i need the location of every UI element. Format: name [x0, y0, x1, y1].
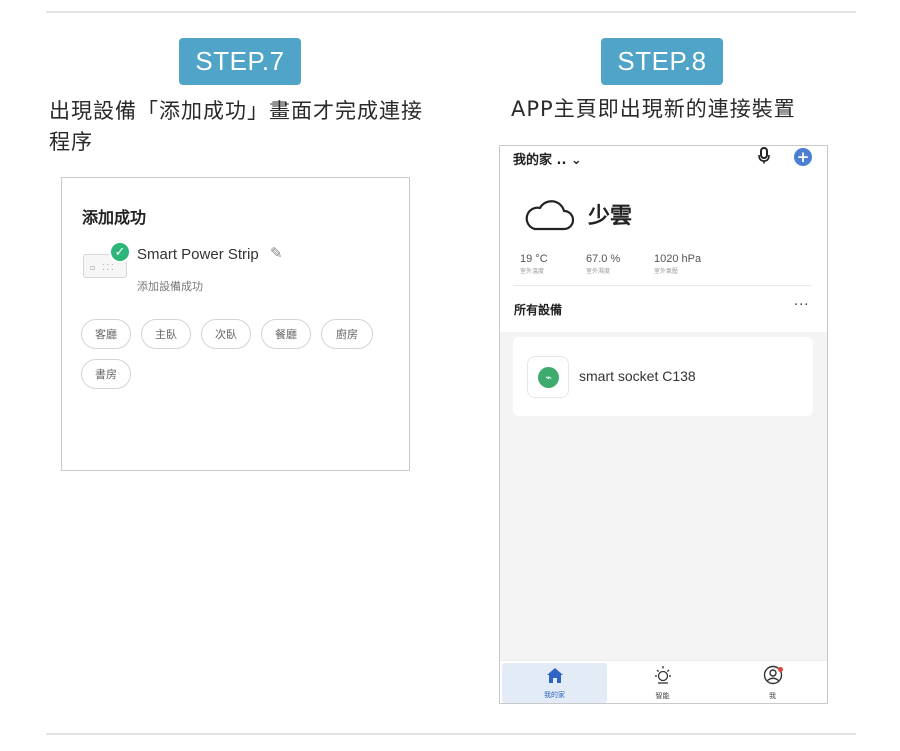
stat-value: 1020 hPa — [654, 253, 702, 265]
tab-smart[interactable]: 智能 — [610, 663, 715, 703]
step-8-screenshot: 我的家 .. ⌄ + 少雲 19 °C 室外溫度 67.0 % 室外濕度 102… — [499, 145, 828, 704]
weather-condition: 少雲 — [588, 204, 633, 229]
room-chip[interactable]: 廚房 — [321, 319, 373, 349]
home-icon — [546, 667, 564, 688]
more-icon[interactable]: ··· — [794, 298, 809, 313]
tab-me[interactable]: 我 — [720, 663, 825, 703]
stat-label: 室外氣壓 — [654, 268, 679, 275]
room-chip[interactable]: 餐廳 — [261, 319, 311, 349]
stat-value: 19 °C — [520, 253, 548, 265]
step-7-caption: 出現設備「添加成功」畫面才完成連接程序 — [49, 99, 423, 154]
outdoor-pressure: 1020 hPa 室外氣壓 — [654, 253, 701, 275]
home-header: 我的家 .. ⌄ + 少雲 19 °C 室外溫度 67.0 % 室外濕度 102… — [500, 146, 827, 332]
home-selector[interactable]: 我的家 .. ⌄ — [513, 149, 582, 168]
top-divider — [46, 11, 856, 13]
step-8-badge: STEP.8 — [601, 38, 723, 85]
microphone-icon[interactable] — [757, 147, 771, 168]
room-chip[interactable]: 次臥 — [201, 319, 251, 349]
room-chip[interactable]: 書房 — [81, 359, 131, 389]
check-icon: ✓ — [109, 241, 131, 263]
cloud-icon — [523, 198, 575, 236]
device-status-text: 添加設備成功 — [137, 280, 203, 293]
step-8-caption: APP主頁即出現新的連接裝置 — [511, 97, 796, 121]
edit-icon[interactable]: ✎ — [270, 244, 283, 262]
device-name: Smart Power Strip — [137, 246, 259, 263]
notification-dot — [778, 667, 783, 672]
add-success-title: 添加成功 — [82, 208, 147, 227]
outdoor-humidity: 67.0 % 室外濕度 — [586, 253, 620, 275]
smart-socket-icon: ⌁ — [527, 356, 569, 398]
tab-label: 我 — [769, 692, 776, 700]
sun-icon — [653, 665, 673, 689]
tab-label: 智能 — [655, 692, 670, 700]
step-7-screenshot: 添加成功 ▫ ⁚⁚⁚ ✓ Smart Power Strip ✎ 添加設備成功 … — [61, 177, 410, 471]
add-device-icon[interactable]: + — [794, 148, 812, 166]
tab-my-home[interactable]: 我的家 — [502, 663, 607, 703]
device-card[interactable]: ⌁ smart socket C138 — [513, 337, 813, 416]
bottom-divider — [46, 733, 856, 735]
room-chip[interactable]: 主臥 — [141, 319, 191, 349]
stat-label: 室外濕度 — [586, 268, 611, 275]
stat-value: 67.0 % — [586, 253, 621, 265]
room-chip[interactable]: 客廳 — [81, 319, 131, 349]
tab-label: 我的家 — [544, 690, 565, 699]
device-name: smart socket C138 — [579, 368, 696, 384]
outdoor-temperature: 19 °C 室外溫度 — [520, 253, 548, 275]
bottom-tab-bar: 我的家 智能 我 — [500, 660, 827, 703]
all-devices-title: 所有設備 — [514, 303, 563, 317]
step-7-badge: STEP.7 — [179, 38, 301, 85]
stat-label: 室外溫度 — [520, 268, 545, 275]
divider — [513, 285, 811, 286]
